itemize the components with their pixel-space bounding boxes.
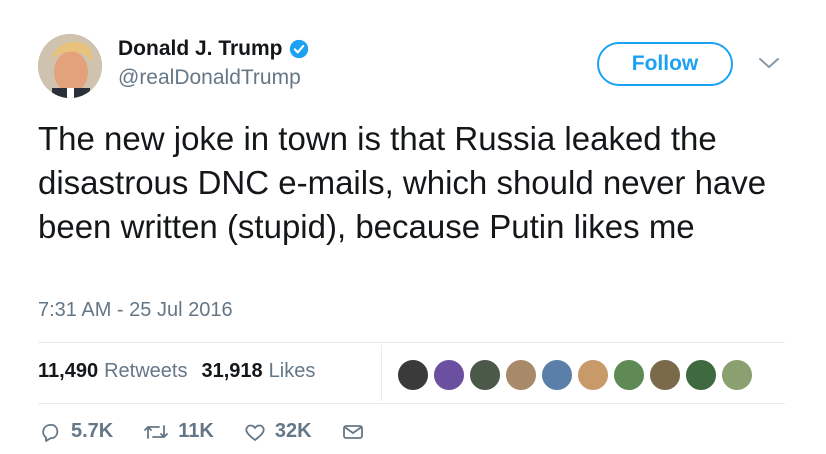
likes-count[interactable]: 31,918 — [201, 360, 262, 383]
author-handle[interactable]: @realDonaldTrump — [118, 66, 301, 90]
retweet-count: 11K — [178, 420, 214, 442]
retweets-label[interactable]: Retweets — [104, 360, 187, 383]
envelope-icon — [342, 424, 363, 439]
divider-top — [38, 342, 785, 343]
verified-badge-icon — [289, 39, 308, 59]
chevron-down-icon[interactable] — [758, 56, 780, 70]
liker-avatar[interactable] — [721, 359, 753, 391]
retweet-button[interactable]: 11K — [143, 420, 214, 443]
tweet-actions: 5.7K 11K 32K — [40, 420, 403, 443]
reply-button[interactable]: 5.7K — [40, 420, 113, 443]
tweet-stats: 11,490 Retweets 31,918 Likes — [38, 360, 315, 383]
liker-avatar[interactable] — [469, 359, 501, 391]
heart-icon — [245, 424, 265, 441]
like-button[interactable]: 32K — [244, 420, 312, 443]
author-name[interactable]: Donald J. Trump — [118, 37, 283, 61]
likers-avatars — [397, 359, 757, 391]
author-avatar-image — [38, 34, 102, 98]
direct-message-button[interactable] — [342, 423, 373, 441]
liker-avatar[interactable] — [433, 359, 465, 391]
liker-avatar[interactable] — [685, 359, 717, 391]
likes-label[interactable]: Likes — [269, 360, 316, 383]
liker-avatar[interactable] — [397, 359, 429, 391]
follow-button[interactable]: Follow — [597, 42, 733, 86]
liker-avatar[interactable] — [541, 359, 573, 391]
reply-icon — [42, 423, 59, 442]
liker-avatar[interactable] — [613, 359, 645, 391]
liker-avatar[interactable] — [649, 359, 681, 391]
divider-bottom — [38, 403, 785, 404]
liker-avatar[interactable] — [505, 359, 537, 391]
retweets-count[interactable]: 11,490 — [38, 360, 98, 383]
reply-count: 5.7K — [71, 420, 114, 442]
stats-separator — [381, 345, 382, 401]
author-name-row: Donald J. Trump — [118, 37, 309, 61]
author-avatar[interactable] — [38, 34, 102, 98]
like-count: 32K — [274, 420, 312, 442]
tweet-text: The new joke in town is that Russia leak… — [38, 120, 767, 245]
tweet-timestamp[interactable]: 7:31 AM - 25 Jul 2016 — [38, 299, 233, 322]
liker-avatar[interactable] — [577, 359, 609, 391]
retweet-icon — [144, 424, 169, 439]
